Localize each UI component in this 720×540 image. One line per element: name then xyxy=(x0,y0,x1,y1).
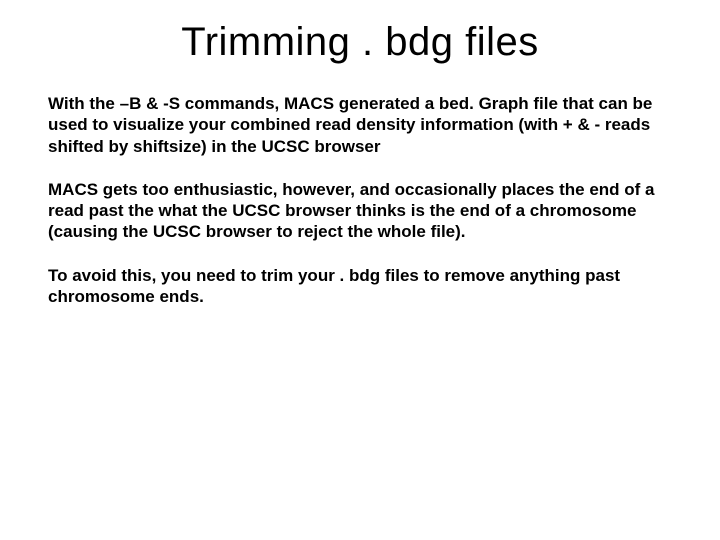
paragraph-1: With the –B & -S commands, MACS generate… xyxy=(48,93,672,157)
paragraph-2: MACS gets too enthusiastic, however, and… xyxy=(48,179,672,243)
slide-title: Trimming . bdg files xyxy=(48,20,672,65)
paragraph-3: To avoid this, you need to trim your . b… xyxy=(48,265,672,308)
